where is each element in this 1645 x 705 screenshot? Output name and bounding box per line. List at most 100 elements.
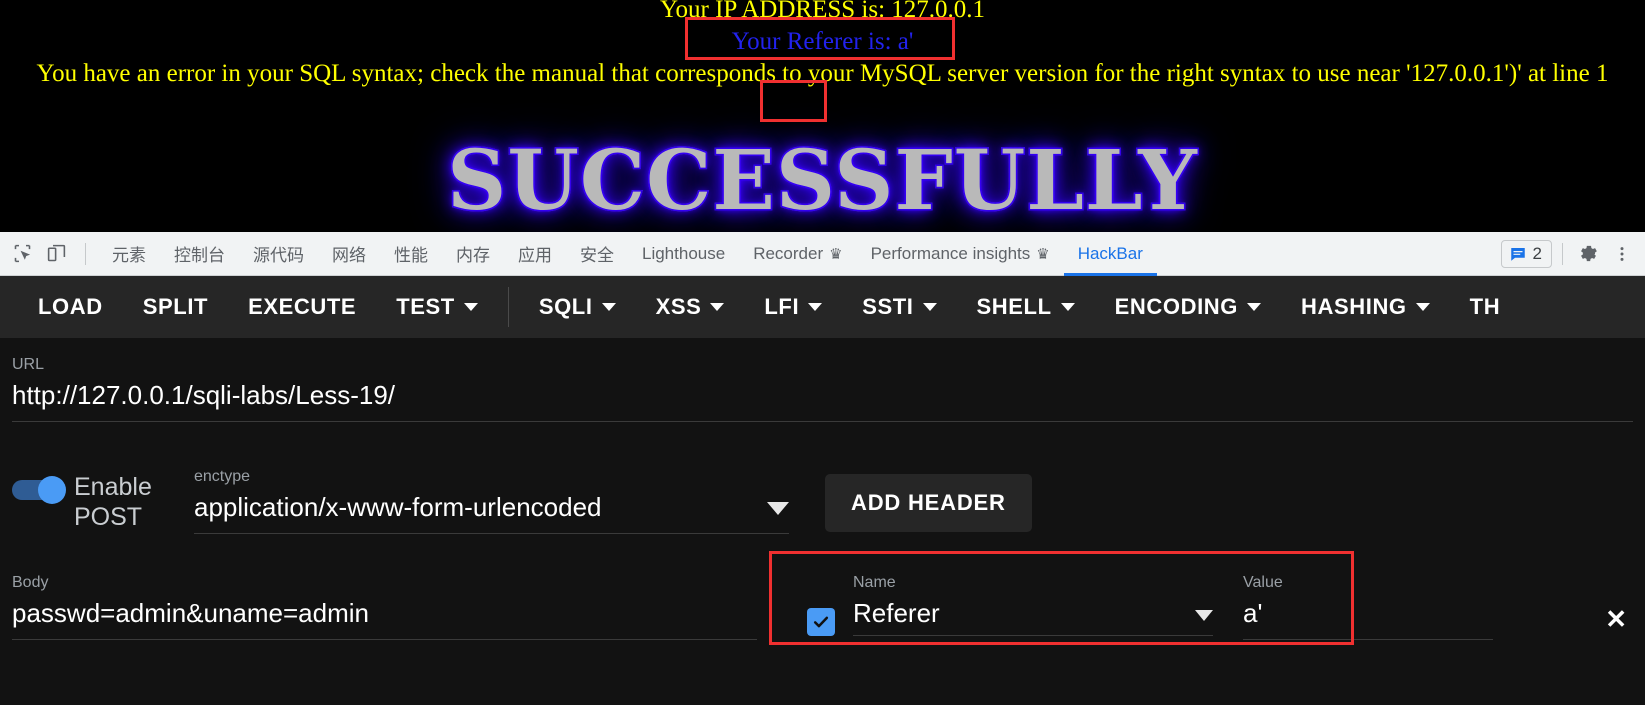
enctype-select-value[interactable]: application/x-www-form-urlencoded xyxy=(194,486,767,533)
inspect-element-icon[interactable] xyxy=(5,237,39,271)
hb-button-label: EXECUTE xyxy=(248,294,357,319)
chevron-down-icon[interactable] xyxy=(1195,610,1213,621)
hb-shell-menu[interactable]: SHELL xyxy=(957,276,1095,338)
hb-overflow-menu[interactable]: TH xyxy=(1450,276,1521,338)
tab-performance[interactable]: 性能 xyxy=(380,232,442,276)
field-underline xyxy=(1243,639,1493,640)
body-field[interactable]: Body passwd=admin&uname=admin xyxy=(12,556,757,640)
chevron-down-icon xyxy=(463,303,478,311)
hb-hashing-menu[interactable]: HASHING xyxy=(1281,276,1450,338)
more-options-icon[interactable] xyxy=(1607,239,1637,269)
chevron-down-icon[interactable] xyxy=(767,502,789,515)
hb-test-menu[interactable]: TEST xyxy=(376,276,498,338)
body-and-headers-row: Body passwd=admin&uname=admin Name Refer… xyxy=(0,534,1645,640)
field-underline xyxy=(194,533,789,534)
browser-viewport: Your IP ADDRESS is: 127.0.0.1 Your Refer… xyxy=(0,0,1645,232)
chevron-down-icon xyxy=(1415,303,1430,311)
tab-hackbar[interactable]: HackBar xyxy=(1064,232,1157,276)
hb-button-label: ENCODING xyxy=(1114,294,1238,319)
tab-label: 元素 xyxy=(112,246,146,265)
body-label: Body xyxy=(12,574,49,591)
chevron-down-icon xyxy=(601,303,616,311)
hb-lfi-menu[interactable]: LFI xyxy=(744,276,842,338)
tab-label: 控制台 xyxy=(174,246,225,265)
hb-button-label: XSS xyxy=(655,294,702,319)
tab-label: 网络 xyxy=(332,246,366,265)
enctype-field[interactable]: enctype application/x-www-form-urlencode… xyxy=(194,450,789,534)
chevron-down-icon xyxy=(1247,303,1261,311)
hackbar-panel: LOAD SPLIT EXECUTE TEST SQLI XSS LFI SST… xyxy=(0,276,1645,705)
enable-post-label: Enable POST xyxy=(74,473,152,531)
chevron-down-icon xyxy=(808,303,823,311)
tab-console[interactable]: 控制台 xyxy=(160,232,239,276)
tab-sources[interactable]: 源代码 xyxy=(239,232,318,276)
successfully-banner: SUCCESSFULLY xyxy=(446,132,1199,231)
hb-button-label: SHELL xyxy=(976,294,1052,319)
tab-recorder[interactable]: Recorder ♛ xyxy=(739,232,856,276)
tab-label: Lighthouse xyxy=(642,243,726,263)
tab-label: 安全 xyxy=(580,246,614,265)
tab-label: 应用 xyxy=(518,246,552,265)
sqli-output: Your IP ADDRESS is: 127.0.0.1 Your Refer… xyxy=(0,0,1645,90)
chevron-down-icon xyxy=(922,303,937,311)
header-value-field[interactable]: Value a' xyxy=(1243,556,1493,640)
remove-header-button[interactable]: ✕ xyxy=(1605,606,1633,632)
tab-application[interactable]: 应用 xyxy=(504,232,566,276)
tab-memory[interactable]: 内存 xyxy=(442,232,504,276)
header-value-label: Value xyxy=(1243,574,1283,591)
screen: Your IP ADDRESS is: 127.0.0.1 Your Refer… xyxy=(0,0,1645,705)
header-row: Name Referer Value a' ✕ xyxy=(757,556,1633,640)
hb-split-button[interactable]: SPLIT xyxy=(123,276,228,338)
hb-sqli-menu[interactable]: SQLI xyxy=(519,276,636,338)
url-input[interactable]: http://127.0.0.1/sqli-labs/Less-19/ xyxy=(12,374,1633,421)
tab-elements[interactable]: 元素 xyxy=(98,232,160,276)
sql-error-line: You have an error in your SQL syntax; ch… xyxy=(36,60,1609,87)
post-row: Enable POST enctype application/x-www-fo… xyxy=(0,422,1645,534)
header-name-field[interactable]: Name Referer xyxy=(853,556,1213,636)
tab-label: 性能 xyxy=(394,246,428,265)
tab-label: Recorder xyxy=(753,243,824,263)
tab-network[interactable]: 网络 xyxy=(318,232,380,276)
hb-button-label: TH xyxy=(1469,294,1501,319)
issues-count: 2 xyxy=(1532,243,1542,263)
hb-button-label: LOAD xyxy=(38,294,103,319)
hb-button-label: SPLIT xyxy=(142,294,209,319)
add-header-button[interactable]: ADD HEADER xyxy=(825,474,1032,532)
devtools-tab-bar: 元素 控制台 源代码 网络 性能 内存 应用 安全 Lighthouse Rec… xyxy=(0,232,1645,276)
header-name-input[interactable]: Referer xyxy=(853,592,1195,635)
ip-address-line: Your IP ADDRESS is: 127.0.0.1 xyxy=(659,0,986,23)
tab-lighthouse[interactable]: Lighthouse xyxy=(628,232,739,276)
hackbar-toolbar: LOAD SPLIT EXECUTE TEST SQLI XSS LFI SST… xyxy=(0,276,1645,338)
tab-performance-insights[interactable]: Performance insights ♛ xyxy=(857,232,1064,276)
header-value-input[interactable]: a' xyxy=(1243,592,1493,639)
enctype-label: enctype xyxy=(194,468,251,485)
check-icon xyxy=(813,616,829,628)
header-enabled-checkbox[interactable] xyxy=(807,608,835,636)
hb-button-label: SQLI xyxy=(538,294,593,319)
successfully-banner-wrap: SUCCESSFULLY xyxy=(0,132,1645,231)
hb-load-button[interactable]: LOAD xyxy=(18,276,123,338)
experiment-flask-icon: ♛ xyxy=(1036,245,1050,263)
field-underline xyxy=(853,635,1213,636)
toggle-knob xyxy=(38,476,66,504)
enable-post-toggle[interactable] xyxy=(12,476,74,504)
hb-ssti-menu[interactable]: SSTI xyxy=(842,276,956,338)
tab-security[interactable]: 安全 xyxy=(566,232,628,276)
chevron-down-icon xyxy=(1060,303,1075,311)
hb-button-label: TEST xyxy=(396,294,455,319)
hb-button-label: SSTI xyxy=(862,294,914,319)
hb-xss-menu[interactable]: XSS xyxy=(636,276,745,338)
issues-button[interactable]: 2 xyxy=(1500,239,1552,268)
device-toolbar-icon[interactable] xyxy=(39,237,73,271)
experiment-flask-icon: ♛ xyxy=(829,245,843,263)
actions-divider xyxy=(1562,242,1563,265)
gear-icon[interactable] xyxy=(1573,239,1603,269)
tab-label: 源代码 xyxy=(253,246,304,265)
url-field[interactable]: URL http://127.0.0.1/sqli-labs/Less-19/ xyxy=(0,338,1645,422)
hb-encoding-menu[interactable]: ENCODING xyxy=(1095,276,1281,338)
body-input[interactable]: passwd=admin&uname=admin xyxy=(12,592,757,639)
hb-execute-button[interactable]: EXECUTE xyxy=(228,276,376,338)
referer-line: Your Referer is: a' xyxy=(731,28,914,55)
tab-label: HackBar xyxy=(1077,243,1143,263)
hb-button-label: HASHING xyxy=(1301,294,1407,319)
